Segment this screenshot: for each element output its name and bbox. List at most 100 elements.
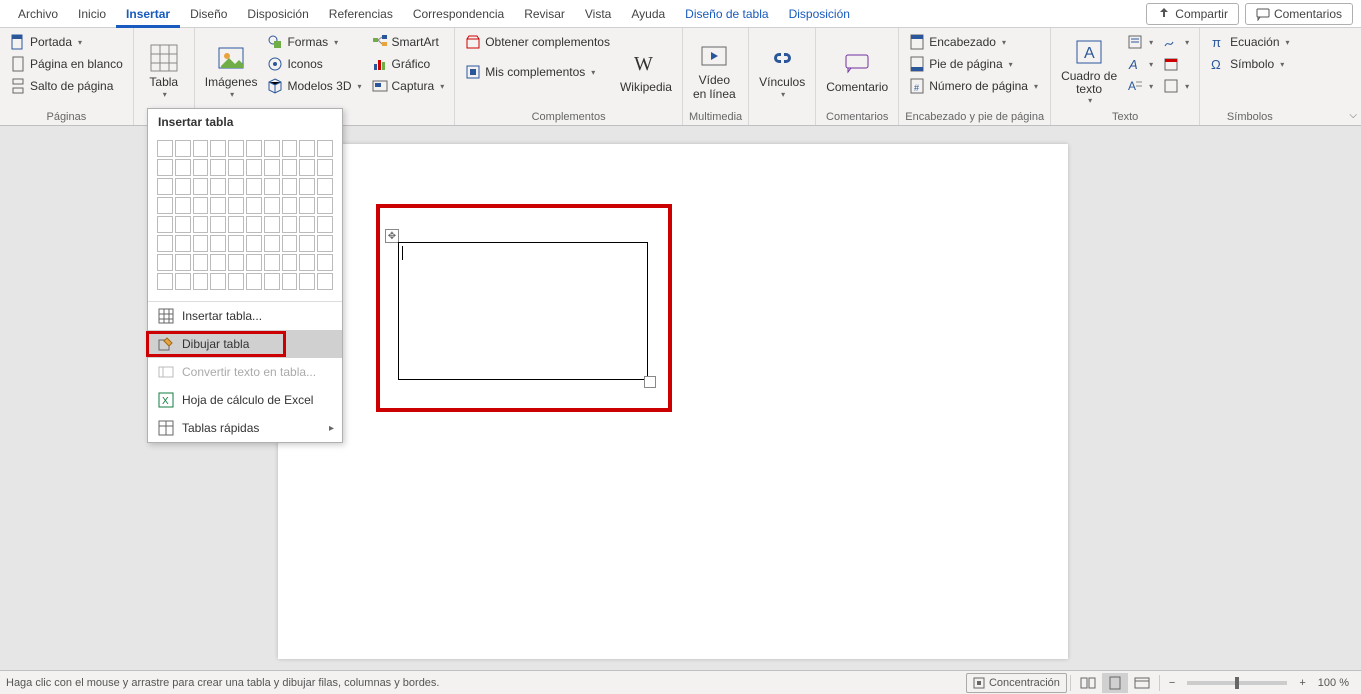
grid-cell[interactable] (299, 235, 315, 252)
grid-cell[interactable] (175, 235, 191, 252)
grid-cell[interactable] (175, 273, 191, 290)
grid-cell[interactable] (317, 159, 333, 176)
grid-cell[interactable] (157, 159, 173, 176)
grid-cell[interactable] (264, 159, 280, 176)
tablas-rapidas-item[interactable]: Tablas rápidas ▸ (148, 414, 342, 442)
captura-button[interactable]: Captura▾ (368, 76, 449, 96)
grid-cell[interactable] (228, 273, 244, 290)
grid-cell[interactable] (264, 235, 280, 252)
grid-cell[interactable] (264, 254, 280, 271)
grid-cell[interactable] (157, 178, 173, 195)
tab-referencias[interactable]: Referencias (319, 0, 403, 28)
grid-cell[interactable] (282, 254, 298, 271)
zoom-in-button[interactable]: + (1293, 673, 1311, 693)
grid-cell[interactable] (246, 216, 262, 233)
pie-button[interactable]: Pie de página▾ (905, 54, 1042, 74)
formas-button[interactable]: Formas▾ (263, 32, 365, 52)
grid-cell[interactable] (193, 159, 209, 176)
grid-cell[interactable] (228, 235, 244, 252)
grid-cell[interactable] (282, 216, 298, 233)
tab-vista[interactable]: Vista (575, 0, 621, 28)
tab-ayuda[interactable]: Ayuda (621, 0, 675, 28)
vinculos-button[interactable]: Vínculos ▾ (755, 32, 809, 109)
grid-cell[interactable] (299, 254, 315, 271)
comments-button[interactable]: Comentarios (1245, 3, 1353, 25)
grid-cell[interactable] (193, 235, 209, 252)
portada-button[interactable]: Portada▾ (6, 32, 127, 52)
grid-cell[interactable] (210, 273, 226, 290)
grid-cell[interactable] (193, 254, 209, 271)
grid-cell[interactable] (299, 159, 315, 176)
mis-complementos-button[interactable]: Mis complementos▾ (461, 62, 614, 82)
tab-diseno-tabla[interactable]: Diseño de tabla (675, 0, 778, 28)
web-layout-button[interactable] (1128, 673, 1156, 693)
comentario-button[interactable]: Comentario (822, 32, 892, 109)
object-button[interactable]: ▾ (1159, 76, 1193, 96)
grid-cell[interactable] (317, 216, 333, 233)
grid-cell[interactable] (157, 216, 173, 233)
grid-cell[interactable] (228, 178, 244, 195)
grid-cell[interactable] (193, 140, 209, 157)
cuadro-texto-button[interactable]: A Cuadro de texto ▾ (1057, 32, 1121, 109)
grid-cell[interactable] (282, 235, 298, 252)
read-mode-button[interactable] (1074, 673, 1102, 693)
grid-cell[interactable] (157, 254, 173, 271)
grid-cell[interactable] (299, 273, 315, 290)
document-page[interactable]: ✥ (278, 144, 1068, 659)
page-break-button[interactable]: Salto de página (6, 76, 127, 96)
grid-cell[interactable] (299, 197, 315, 214)
grid-cell[interactable] (228, 197, 244, 214)
grid-cell[interactable] (175, 140, 191, 157)
grid-cell[interactable] (264, 197, 280, 214)
wikipedia-button[interactable]: W Wikipedia (616, 32, 676, 109)
grid-cell[interactable] (193, 216, 209, 233)
grid-cell[interactable] (299, 216, 315, 233)
table-move-handle[interactable]: ✥ (385, 229, 399, 243)
tab-archivo[interactable]: Archivo (8, 0, 68, 28)
grid-cell[interactable] (317, 273, 333, 290)
grid-cell[interactable] (264, 140, 280, 157)
print-layout-button[interactable] (1102, 673, 1128, 693)
grafico-button[interactable]: Gráfico (368, 54, 449, 74)
grid-cell[interactable] (175, 159, 191, 176)
obtener-complementos-button[interactable]: Obtener complementos (461, 32, 614, 52)
grid-cell[interactable] (299, 140, 315, 157)
grid-cell[interactable] (246, 254, 262, 271)
grid-cell[interactable] (299, 178, 315, 195)
table-resize-handle[interactable] (644, 376, 656, 388)
grid-cell[interactable] (246, 235, 262, 252)
grid-cell[interactable] (282, 159, 298, 176)
encabezado-button[interactable]: Encabezado▾ (905, 32, 1042, 52)
tab-revisar[interactable]: Revisar (514, 0, 575, 28)
zoom-level[interactable]: 100 % (1312, 673, 1355, 693)
grid-cell[interactable] (282, 197, 298, 214)
tab-correspondencia[interactable]: Correspondencia (403, 0, 514, 28)
grid-cell[interactable] (246, 140, 262, 157)
grid-cell[interactable] (246, 273, 262, 290)
grid-cell[interactable] (264, 273, 280, 290)
grid-cell[interactable] (246, 178, 262, 195)
grid-cell[interactable] (228, 159, 244, 176)
grid-cell[interactable] (317, 140, 333, 157)
grid-cell[interactable] (157, 235, 173, 252)
zoom-slider[interactable] (1187, 681, 1287, 685)
grid-cell[interactable] (317, 254, 333, 271)
grid-cell[interactable] (210, 159, 226, 176)
dibujar-tabla-item[interactable]: Dibujar tabla (148, 330, 342, 358)
tab-disposicion-tabla[interactable]: Disposición (779, 0, 860, 28)
iconos-button[interactable]: Iconos (263, 54, 365, 74)
grid-cell[interactable] (210, 197, 226, 214)
wordart-button[interactable]: A▾ (1123, 54, 1157, 74)
grid-cell[interactable] (193, 273, 209, 290)
blank-page-button[interactable]: Página en blanco (6, 54, 127, 74)
grid-cell[interactable] (193, 178, 209, 195)
grid-cell[interactable] (317, 178, 333, 195)
grid-cell[interactable] (210, 216, 226, 233)
drop-cap-button[interactable]: A▾ (1123, 76, 1157, 96)
collapse-ribbon-button[interactable]: ⌵ (1349, 110, 1357, 121)
focus-mode-button[interactable]: Concentración (966, 673, 1067, 693)
quick-parts-button[interactable]: ▾ (1123, 32, 1157, 52)
grid-cell[interactable] (210, 140, 226, 157)
tab-inicio[interactable]: Inicio (68, 0, 116, 28)
grid-cell[interactable] (157, 140, 173, 157)
